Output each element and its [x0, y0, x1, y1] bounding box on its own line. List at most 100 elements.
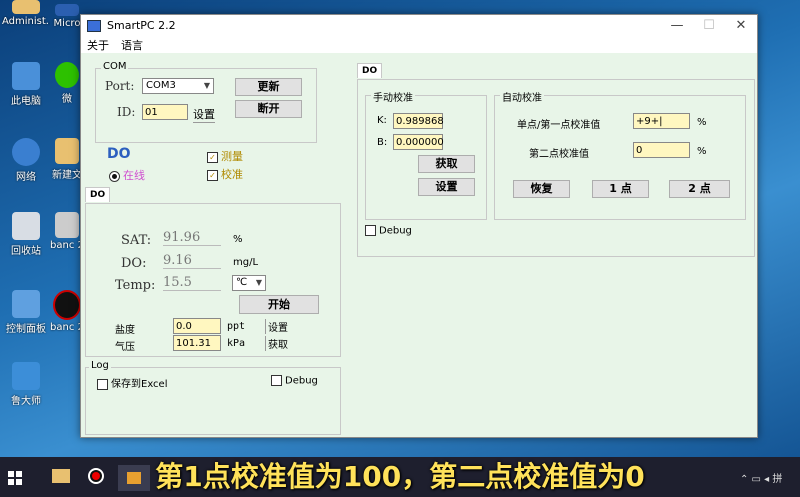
get-button[interactable]: 获取: [418, 155, 475, 173]
point1-unit: %: [697, 117, 707, 128]
b-label: B:: [377, 137, 388, 148]
menu-language[interactable]: 语言: [115, 37, 149, 53]
folder-icon: [12, 0, 40, 14]
tab-do-calibration[interactable]: DO: [357, 63, 383, 78]
save-excel-checkbox[interactable]: 保存到Excel: [97, 375, 168, 390]
log-group-title: Log: [89, 360, 111, 371]
port-select[interactable]: COM3 ▼: [142, 78, 214, 94]
manual-set-button[interactable]: 设置: [418, 178, 475, 196]
disconnect-button[interactable]: 断开: [235, 100, 302, 118]
refresh-button[interactable]: 更新: [235, 78, 302, 96]
network-icon: [12, 138, 40, 166]
calibrate-checkbox[interactable]: ✓ 校准: [207, 166, 243, 182]
desktop-icon-control-panel[interactable]: 控制面板: [2, 290, 50, 335]
sat-unit: %: [233, 234, 243, 245]
temp-unit-value: ℃: [236, 277, 248, 288]
record-icon: [53, 290, 81, 320]
online-label: 在线: [123, 169, 145, 182]
menu-bar: 关于 语言: [81, 36, 757, 53]
recycle-bin-icon: [12, 212, 40, 240]
desktop-icon-ludashi[interactable]: 鲁大师: [2, 362, 50, 407]
do-unit: mg/L: [233, 257, 259, 268]
point1-input[interactable]: +9+|: [633, 113, 690, 129]
port-select-value: COM3: [146, 80, 176, 91]
id-set-button[interactable]: 设置: [193, 106, 215, 123]
start-button[interactable]: 开始: [239, 295, 319, 314]
checkbox-icon: [271, 375, 282, 386]
salinity-set-button[interactable]: 设置: [265, 319, 288, 334]
radio-icon: [109, 170, 120, 182]
log-debug-label: Debug: [285, 375, 318, 387]
manual-calibration-title: 手动校准: [371, 89, 415, 104]
checkbox-icon: [97, 378, 108, 390]
online-indicator: 在线: [109, 167, 145, 183]
point2-input[interactable]: 0: [633, 142, 690, 158]
pressure-label: 气压: [115, 342, 135, 353]
temp-label: Temp:: [115, 278, 156, 293]
desktop-icon-new-folder[interactable]: 新建文: [50, 138, 84, 181]
save-excel-label: 保存到Excel: [111, 379, 168, 390]
menu-about[interactable]: 关于: [81, 37, 115, 53]
k-label: K:: [377, 115, 387, 126]
com-group-title: COM: [101, 61, 129, 72]
restore-button[interactable]: 恢复: [513, 180, 570, 198]
smartpc-window: SmartPC 2.2 — ☐ ✕ 关于 语言 COM Port: COM3 ▼…: [80, 14, 758, 438]
app-icon: [87, 19, 101, 32]
two-point-button[interactable]: 2 点: [669, 180, 730, 198]
desktop-icon-network[interactable]: 网络: [2, 138, 50, 183]
checkbox-checked-icon: ✓: [207, 169, 218, 181]
sat-label: SAT:: [121, 233, 152, 248]
minimize-icon[interactable]: —: [661, 18, 693, 33]
desktop-icon-banc-2[interactable]: banc 2021: [50, 290, 84, 333]
checkbox-checked-icon: ✓: [207, 151, 218, 163]
port-label: Port:: [105, 79, 135, 93]
desktop-icon-this-pc[interactable]: 此电脑: [2, 62, 50, 107]
title-bar[interactable]: SmartPC 2.2 — ☐ ✕: [81, 15, 757, 36]
temp-value: 15.5: [163, 275, 221, 291]
ludashi-icon: [12, 362, 40, 390]
k-input[interactable]: 0.989868: [393, 113, 444, 129]
calib-debug-checkbox[interactable]: Debug: [365, 225, 412, 237]
salinity-input[interactable]: 0.0: [173, 318, 221, 334]
desktop-icon-micro[interactable]: Micro: [50, 4, 84, 29]
salinity-unit: ppt: [227, 321, 246, 332]
measure-label: 测量: [221, 150, 243, 163]
computer-icon: [12, 62, 40, 90]
maximize-icon[interactable]: ☐: [693, 18, 725, 33]
app-icon: [55, 4, 79, 16]
auto-calibration-title: 自动校准: [500, 89, 544, 104]
measure-checkbox[interactable]: ✓ 测量: [207, 148, 243, 164]
close-icon[interactable]: ✕: [725, 18, 757, 33]
b-input[interactable]: 0.000000: [393, 134, 444, 150]
calibrate-label: 校准: [221, 168, 243, 181]
tab-do[interactable]: DO: [85, 187, 111, 202]
pressure-get-button[interactable]: 获取: [265, 336, 288, 351]
log-debug-checkbox[interactable]: Debug: [271, 375, 318, 387]
desktop-icon-recycle-bin[interactable]: 回收站: [2, 212, 50, 257]
id-input[interactable]: 01: [142, 104, 188, 120]
do-label: DO:: [121, 256, 147, 271]
chevron-down-icon: ▼: [203, 81, 210, 90]
folder-icon: [55, 138, 79, 164]
calib-debug-label: Debug: [379, 225, 412, 237]
desktop-icon-admin[interactable]: Administ...: [2, 0, 50, 27]
id-label: ID:: [117, 105, 136, 119]
checkbox-icon: [365, 225, 376, 236]
salinity-label: 盐度: [115, 325, 135, 336]
wechat-icon: [55, 62, 79, 88]
do-status-title: DO: [107, 146, 131, 162]
point1-label: 单点/第一点校准值: [517, 120, 601, 131]
one-point-button[interactable]: 1 点: [592, 180, 649, 198]
pressure-unit: kPa: [227, 338, 246, 349]
video-caption: 第1点校准值为100，第二点校准值为0: [155, 460, 645, 493]
chevron-down-icon: ▼: [255, 278, 262, 287]
window-title: SmartPC 2.2: [107, 19, 176, 32]
pressure-input[interactable]: 101.31: [173, 335, 221, 351]
sat-value: 91.96: [163, 230, 221, 246]
do-value: 9.16: [163, 253, 221, 269]
point2-label: 第二点校准值: [529, 149, 589, 160]
temp-unit-select[interactable]: ℃ ▼: [232, 275, 266, 291]
control-panel-icon: [12, 290, 40, 318]
desktop-icon-wechat[interactable]: 微: [50, 62, 84, 105]
desktop-icon-banc-1[interactable]: banc 2021: [50, 212, 84, 251]
